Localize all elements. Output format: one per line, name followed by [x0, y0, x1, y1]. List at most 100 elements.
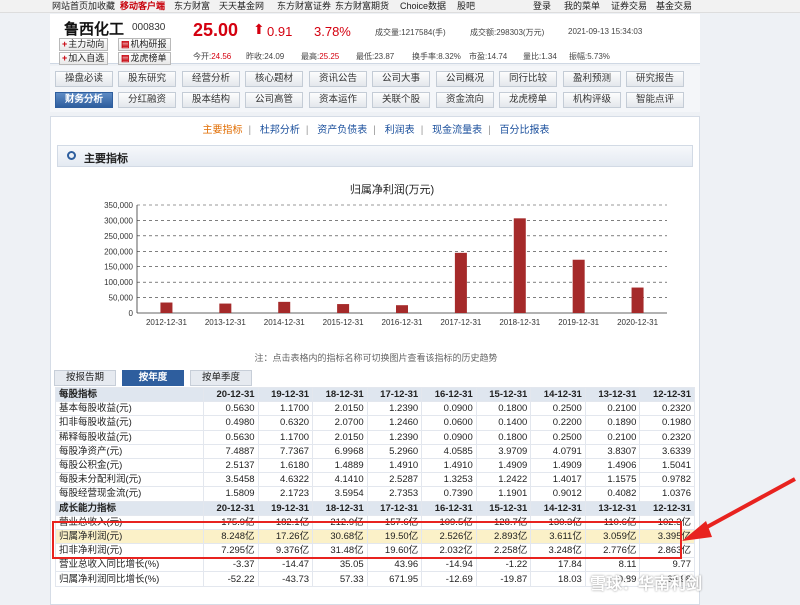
price-change: 0.91 — [267, 24, 293, 39]
tab-executives[interactable]: 公司高管 — [245, 92, 303, 108]
tab-core-topic[interactable]: 核心题材 — [245, 71, 303, 87]
topbar-link-securities[interactable]: 东方财富证券 — [277, 0, 331, 12]
table-group-row: 成长能力指标 20-12-31 19-12-31 18-12-31 17-12-31 16… — [55, 500, 695, 516]
tab-fund-flow[interactable]: 资金流向 — [436, 92, 494, 108]
x-tick-label: 2013-12-31 — [205, 318, 246, 327]
table-cell: 16-12-31 — [421, 386, 477, 403]
table-cell: 1.4909 — [475, 457, 532, 474]
tab-business-analysis[interactable]: 经营分析 — [182, 71, 240, 87]
tab-peer-comparison[interactable]: 同行比较 — [499, 71, 557, 87]
tab-dividend[interactable]: 分红融资 — [118, 92, 176, 108]
tab-capital-operation[interactable]: 资本运作 — [309, 92, 367, 108]
subnav-percentage[interactable]: 百分比报表 — [499, 125, 549, 136]
current-price: 25.00 — [193, 20, 239, 40]
tab-news[interactable]: 资讯公告 — [309, 71, 367, 87]
indicator-name[interactable]: 每股未分配利润(元) — [55, 472, 204, 488]
prev-close: 昨收:24.09 — [246, 52, 285, 61]
tab-by-quarter[interactable]: 按单季度 — [190, 370, 252, 386]
topbar-link-mobile[interactable]: 移动客户端 — [120, 0, 165, 12]
indicator-name[interactable]: 稀释每股收益(元) — [55, 429, 204, 445]
indicator-name[interactable]: 每股经营现金流(元) — [55, 486, 204, 502]
topbar-link-home[interactable]: 网站首页 — [52, 0, 88, 12]
table-cell: 671.95 — [366, 571, 423, 587]
chart-title: 归属净利润(万元) — [350, 182, 434, 196]
indicator-name[interactable]: 扣非每股收益(元) — [55, 415, 204, 431]
subnav-dupont[interactable]: 杜邦分析 — [260, 125, 300, 136]
topbar-link-guba[interactable]: 股吧 — [457, 0, 475, 12]
table-cell: 1.1700 — [257, 401, 314, 417]
table-row: 每股经营现金流(元) 1.5809 2.1723 3.5954 2.7353 0.7390… — [55, 486, 695, 502]
amplitude: 振幅:5.73% — [569, 52, 610, 61]
indicator-name[interactable]: 归属净利润同比增长(%) — [55, 571, 204, 587]
table-cell: 4.1410 — [312, 472, 368, 488]
subnav-cash-flow[interactable]: 现金流量表 — [432, 125, 482, 136]
tab-smart-comment[interactable]: 智能点评 — [626, 92, 684, 108]
topbar-link-login[interactable]: 登录 — [533, 0, 551, 12]
table-cell: 0.7390 — [421, 486, 477, 502]
tab-related-stocks[interactable]: 关联个股 — [372, 92, 430, 108]
add-watchlist-button[interactable]: +加入自选 — [59, 52, 109, 65]
high-price: 最高:25.25 — [301, 52, 340, 61]
price-change-percent: 3.78% — [314, 24, 351, 39]
y-tick-label: 50,000 — [109, 294, 134, 303]
topbar-link-choice[interactable]: Choice数据 — [400, 0, 446, 12]
subnav-income-statement[interactable]: 利润表 — [385, 125, 415, 136]
stock-header: 鲁西化工 000830 +主力动向 ▤机构研报 +加入自选 ▤龙虎榜单 25.0… — [50, 14, 700, 65]
subnav-balance-sheet[interactable]: 资产负债表 — [317, 125, 367, 136]
tab-capital-structure[interactable]: 股本结构 — [182, 92, 240, 108]
table-cell: 0.5630 — [203, 429, 259, 445]
table-cell: 0.2320 — [639, 401, 695, 417]
topbar-link-eastmoney[interactable]: 东方财富 — [174, 0, 210, 12]
table-cell: 1.6180 — [257, 457, 314, 474]
table-cell: 3.9709 — [475, 443, 532, 459]
tab-major-events[interactable]: 公司大事 — [372, 71, 430, 87]
volume-ratio: 量比:1.34 — [523, 52, 557, 61]
tab-operation-guide[interactable]: 操盘必读 — [55, 71, 113, 87]
topbar-link-futures[interactable]: 东方财富期货 — [335, 0, 389, 12]
topbar-link-trade[interactable]: 证券交易 — [611, 0, 647, 12]
table-cell: 2.5137 — [203, 457, 259, 474]
tab-research-report[interactable]: 研究报告 — [626, 71, 684, 87]
topbar-link-my-menu[interactable]: 我的菜单 — [564, 0, 600, 12]
table-cell: 13-12-31 — [584, 500, 641, 516]
indicator-name[interactable]: 营业总收入同比增长(%) — [55, 557, 204, 573]
table-cell: 2.1723 — [257, 486, 314, 502]
indicator-name: 每股指标 — [55, 386, 204, 403]
table-cell: 0.2100 — [584, 429, 641, 445]
tab-company-profile[interactable]: 公司概况 — [436, 71, 494, 87]
topbar-link-fund-trade[interactable]: 基金交易 — [656, 0, 692, 12]
tab-financial-analysis[interactable]: 财务分析 — [55, 92, 113, 108]
tab-shareholder-research[interactable]: 股东研究 — [118, 71, 176, 87]
indicator-name[interactable]: 每股净资产(元) — [55, 443, 204, 459]
tab-profit-forecast[interactable]: 盈利预测 — [563, 71, 621, 87]
table-cell: 0.4980 — [203, 415, 259, 431]
table-cell: 19-12-31 — [257, 386, 314, 403]
topbar-link-fund[interactable]: 天天基金网 — [219, 0, 264, 12]
institution-report-button[interactable]: ▤机构研报 — [118, 38, 171, 51]
main-force-button[interactable]: +主力动向 — [59, 38, 109, 51]
indicator-name[interactable]: 基本每股收益(元) — [55, 401, 204, 417]
quote-time: 2021-09-13 15:34:03 — [568, 27, 643, 36]
topbar-link-favorite[interactable]: 加收藏 — [88, 0, 115, 12]
main-force-label: 主力动向 — [68, 39, 105, 49]
plus-icon: + — [62, 39, 68, 49]
table-cell: 1.5809 — [203, 486, 259, 502]
tab-dragon-tiger[interactable]: 龙虎榜单 — [499, 92, 557, 108]
y-tick-label: 300,000 — [104, 216, 133, 225]
bar — [631, 287, 644, 313]
subnav-main-indicators[interactable]: 主要指标 — [203, 125, 243, 136]
subnav-separator: | — [305, 125, 309, 136]
table-cell: 0.1800 — [475, 401, 532, 417]
stock-code: 000830 — [132, 22, 166, 33]
table-cell: 0.1800 — [475, 429, 532, 445]
bar — [396, 305, 408, 313]
indicator-name[interactable]: 每股公积金(元) — [55, 457, 204, 474]
tab-by-year[interactable]: 按年度 — [122, 370, 184, 386]
tab-institution-rating[interactable]: 机构评级 — [563, 92, 621, 108]
x-tick-label: 2016-12-31 — [382, 318, 423, 327]
table-cell: -14.47 — [257, 557, 314, 573]
x-tick-label: 2018-12-31 — [499, 318, 540, 327]
dragon-tiger-button[interactable]: ▤龙虎榜单 — [118, 52, 171, 65]
tab-by-report-period[interactable]: 按报告期 — [54, 370, 116, 386]
table-cell: 16-12-31 — [421, 500, 477, 516]
